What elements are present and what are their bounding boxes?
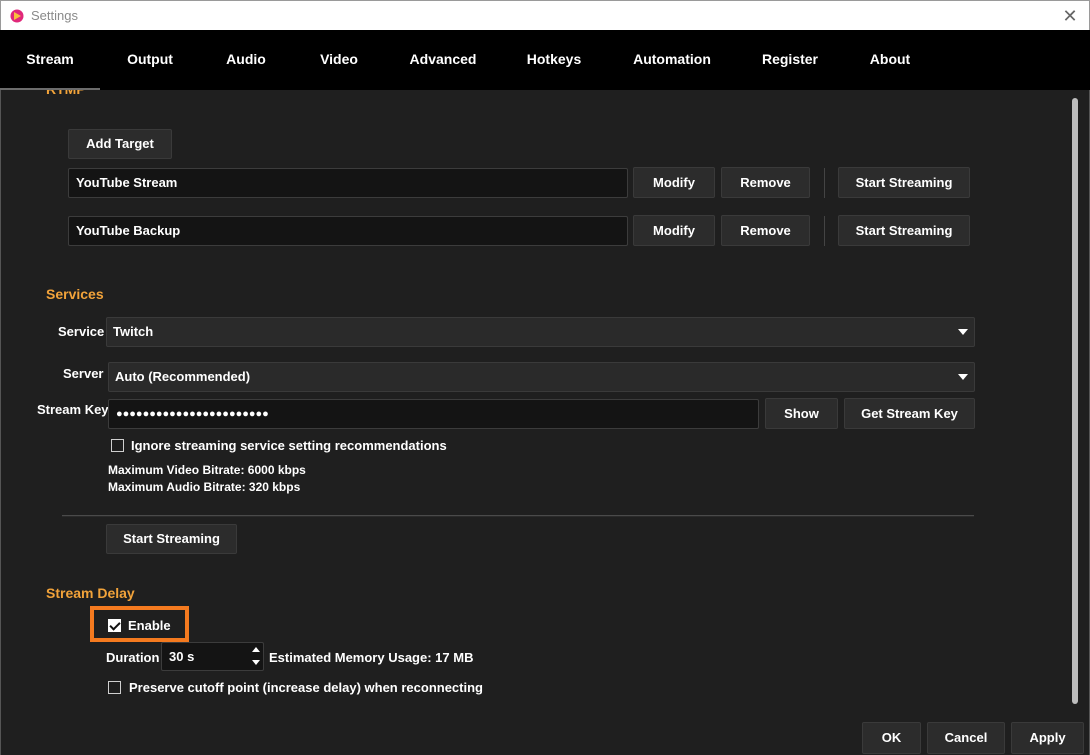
duration-spinbox[interactable]: 30 s [161, 642, 264, 671]
stream-key-label: Stream Key [37, 402, 109, 417]
show-key-button[interactable]: Show [765, 398, 838, 429]
stream-delay-heading: Stream Delay [46, 585, 135, 601]
server-value: Auto (Recommended) [115, 369, 251, 384]
rtmp-heading: RTMP [46, 90, 86, 98]
service-value: Twitch [113, 324, 154, 339]
stream-key-input[interactable]: ●●●●●●●●●●●●●●●●●●●●●●● [108, 399, 759, 429]
spin-arrows-icon[interactable] [252, 645, 260, 667]
vertical-scrollbar[interactable] [1072, 98, 1078, 704]
preserve-cutoff-checkbox[interactable] [108, 681, 121, 694]
chevron-down-icon [958, 374, 968, 380]
duration-label: Duration [106, 650, 160, 665]
tab-video[interactable]: Video [305, 30, 373, 90]
service-label: Service [58, 324, 105, 339]
server-label: Server [63, 366, 104, 381]
estimated-memory-usage: Estimated Memory Usage: 17 MB [269, 650, 474, 665]
start-target-streaming-button[interactable]: Start Streaming [838, 215, 970, 246]
server-dropdown[interactable]: Auto (Recommended) [108, 362, 975, 392]
tab-hotkeys[interactable]: Hotkeys [512, 30, 596, 90]
chevron-down-icon [958, 329, 968, 335]
tab-about[interactable]: About [858, 30, 922, 90]
add-target-button[interactable]: Add Target [68, 129, 172, 159]
service-dropdown[interactable]: Twitch [106, 317, 975, 347]
divider [824, 216, 825, 246]
settings-tabs: Stream Output Audio Video Advanced Hotke… [0, 30, 1090, 90]
tab-audio[interactable]: Audio [210, 30, 282, 90]
enable-delay-checkbox[interactable] [108, 619, 121, 632]
max-audio-bitrate: Maximum Audio Bitrate: 320 kbps [108, 480, 301, 494]
remove-target-button[interactable]: Remove [721, 167, 810, 198]
target-name-field[interactable]: YouTube Stream [68, 168, 628, 198]
get-stream-key-button[interactable]: Get Stream Key [844, 398, 975, 429]
apply-button[interactable]: Apply [1011, 722, 1084, 754]
services-heading: Services [46, 286, 104, 302]
divider [824, 168, 825, 198]
ignore-recommendations-label: Ignore streaming service setting recomme… [131, 438, 447, 453]
tab-output[interactable]: Output [110, 30, 190, 90]
remove-target-button[interactable]: Remove [721, 215, 810, 246]
close-icon[interactable]: ✕ [1059, 5, 1081, 27]
divider [62, 515, 974, 517]
modify-target-button[interactable]: Modify [633, 167, 715, 198]
title-bar: Settings ✕ [0, 0, 1090, 30]
duration-value: 30 s [169, 649, 195, 664]
ignore-recommendations-checkbox[interactable] [111, 439, 124, 452]
start-target-streaming-button[interactable]: Start Streaming [838, 167, 970, 198]
cancel-button[interactable]: Cancel [927, 722, 1005, 754]
start-streaming-button[interactable]: Start Streaming [106, 524, 237, 554]
window-title: Settings [31, 8, 78, 23]
preserve-cutoff-label: Preserve cutoff point (increase delay) w… [129, 680, 483, 695]
app-logo-icon [10, 9, 24, 23]
modify-target-button[interactable]: Modify [633, 215, 715, 246]
tab-advanced[interactable]: Advanced [398, 30, 488, 90]
target-name-field[interactable]: YouTube Backup [68, 216, 628, 246]
ok-button[interactable]: OK [862, 722, 921, 754]
max-video-bitrate: Maximum Video Bitrate: 6000 kbps [108, 463, 306, 477]
tab-automation[interactable]: Automation [620, 30, 724, 90]
tab-stream[interactable]: Stream [0, 30, 100, 90]
tab-register[interactable]: Register [750, 30, 830, 90]
enable-delay-label: Enable [128, 618, 171, 633]
